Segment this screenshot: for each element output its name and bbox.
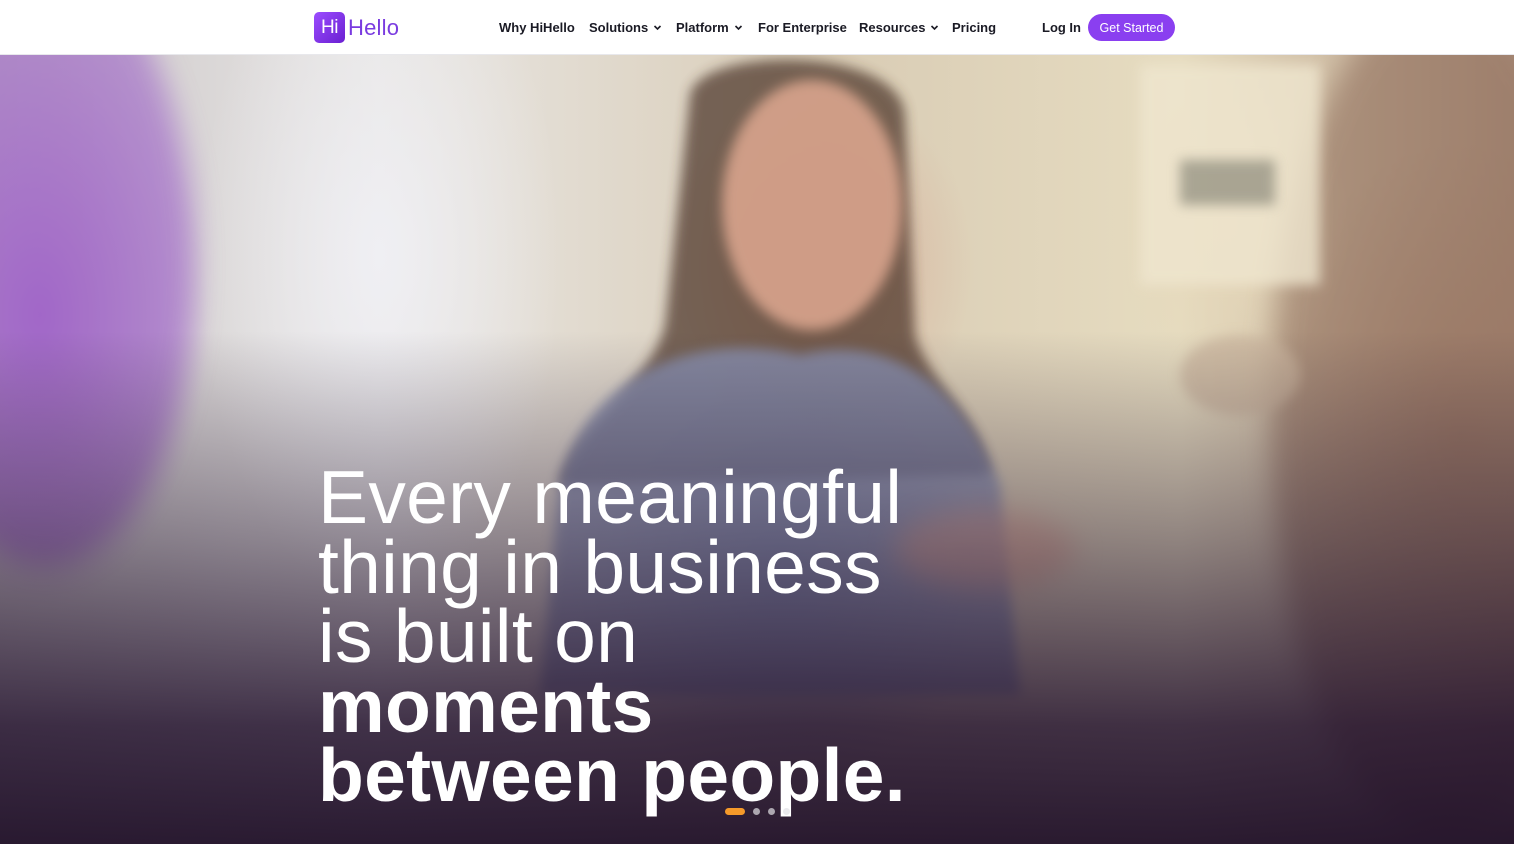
logo-badge: Hi (314, 12, 345, 43)
nav-platform-label: Platform (676, 20, 729, 35)
hero-headline-bold: moments between people. (318, 663, 906, 817)
nav-why-hihello[interactable]: Why HiHello (499, 0, 575, 55)
nav-why-hihello-label: Why HiHello (499, 20, 575, 35)
carousel-dot-1[interactable] (725, 807, 745, 815)
logo-wordmark: Hello (348, 14, 400, 40)
nav-platform[interactable]: Platform (676, 0, 743, 55)
nav-for-enterprise[interactable]: For Enterprise (758, 0, 847, 55)
nav-solutions[interactable]: Solutions (589, 0, 662, 55)
hihello-logo[interactable]: Hi Hello (314, 12, 399, 43)
nav-resources[interactable]: Resources (859, 0, 939, 55)
nav-solutions-label: Solutions (589, 20, 649, 35)
chevron-down-icon (653, 23, 662, 32)
carousel-indicators (725, 807, 798, 815)
get-started-button[interactable]: Get Started (1088, 14, 1175, 41)
login-link[interactable]: Log In (1042, 0, 1081, 55)
login-label: Log In (1042, 20, 1081, 35)
carousel-dot-3[interactable] (768, 807, 775, 815)
nav-pricing[interactable]: Pricing (952, 0, 996, 55)
nav-resources-label: Resources (859, 20, 926, 35)
hero-section: Every meaningful thing in business is bu… (0, 55, 1514, 844)
chevron-down-icon (734, 23, 743, 32)
chevron-down-icon (930, 23, 939, 32)
hero-headline-regular: Every meaningful thing in business is bu… (318, 455, 903, 678)
nav-pricing-label: Pricing (952, 20, 997, 35)
top-navigation: Hi Hello Why HiHello Solutions Platform … (0, 0, 1514, 55)
hero-headline: Every meaningful thing in business is bu… (318, 460, 938, 813)
nav-for-enterprise-label: For Enterprise (758, 20, 847, 35)
carousel-dot-4[interactable] (783, 807, 790, 815)
carousel-dot-2[interactable] (753, 807, 760, 815)
page-bottom-strip (0, 844, 1514, 851)
